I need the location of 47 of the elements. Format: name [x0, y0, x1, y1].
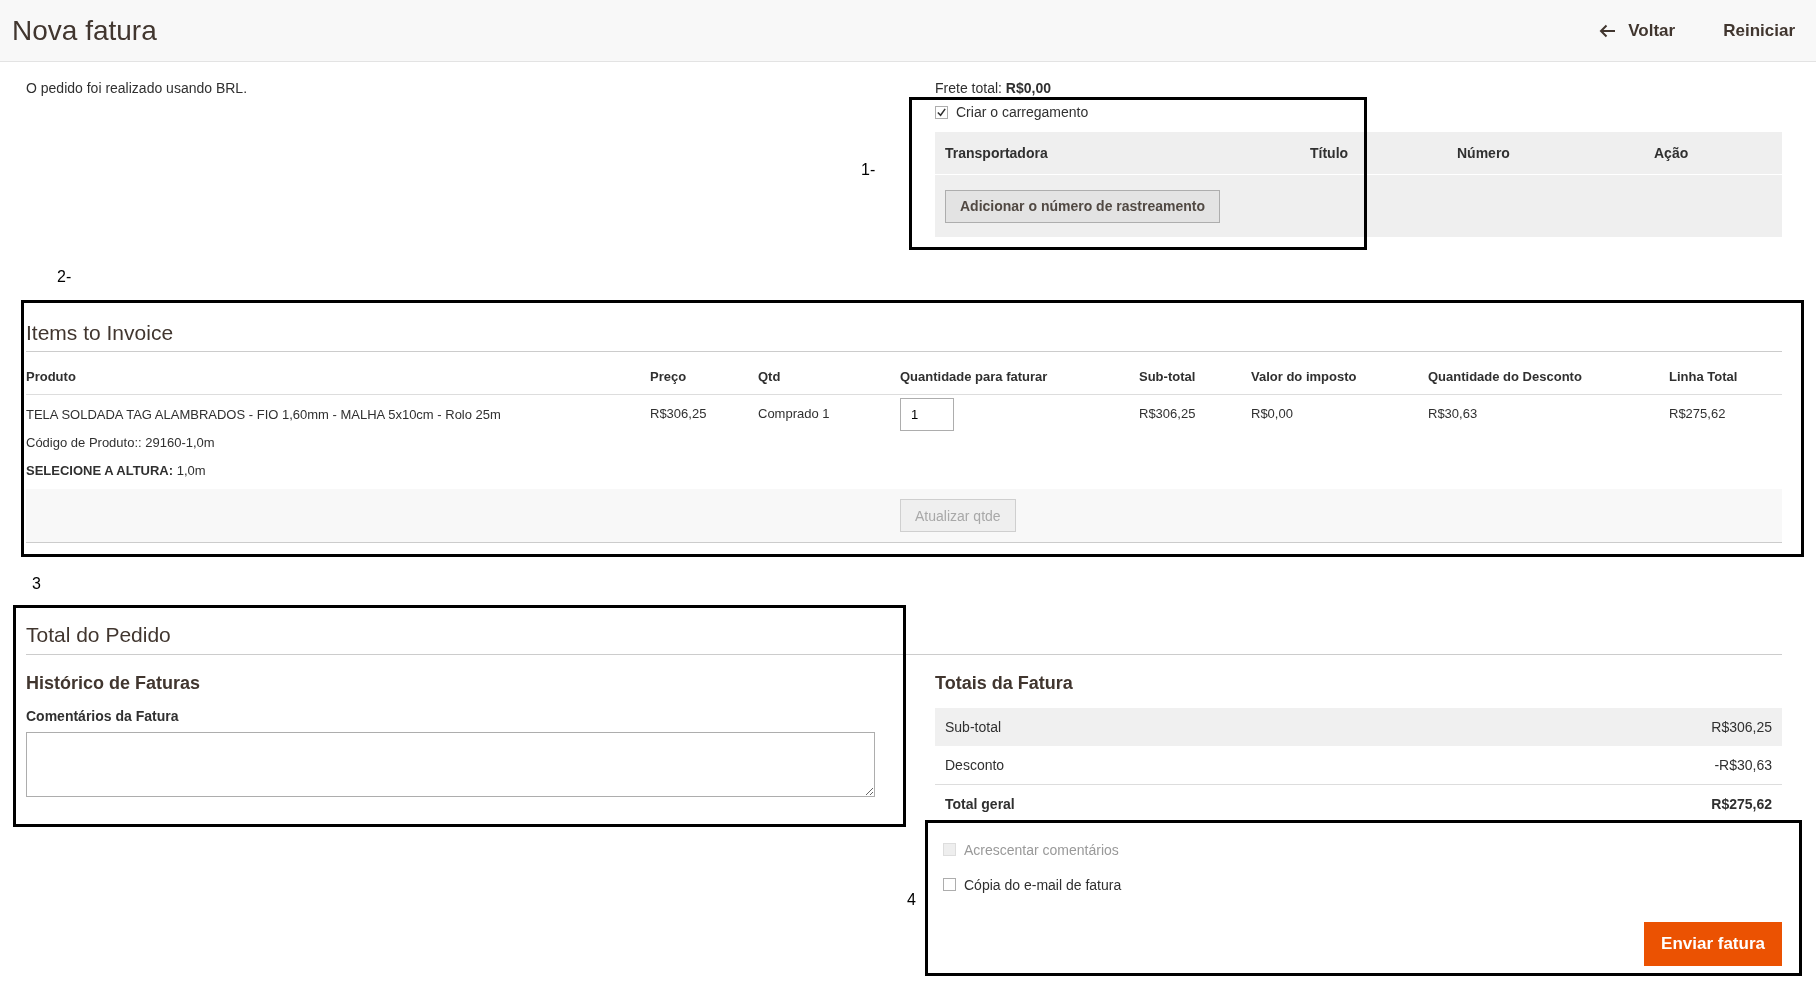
field-label: Comentários da Fatura	[26, 708, 180, 724]
total-value: -R$30,63	[1380, 746, 1782, 785]
annotation-label: 3	[32, 575, 41, 593]
section-title: Items to Invoice	[26, 321, 1782, 352]
page-title: Nova fatura	[12, 14, 158, 47]
product-name: TELA SOLDADA TAG ALAMBRADOS - FIO 1,60mm - MALHA 5x10cm - Rolo 25m	[26, 406, 502, 423]
column-header: Quantidade para faturar	[900, 369, 1139, 395]
qty-input-field[interactable]: 1	[900, 398, 954, 431]
column-header: Título	[1310, 145, 1350, 161]
subsection-title: Totais da Fatura	[935, 673, 1074, 694]
section-title: Total do Pedido	[26, 623, 1782, 655]
checkbox-label: Criar o carregamento	[956, 104, 1089, 120]
column-header: Produto	[26, 369, 650, 395]
total-value: R$275,62	[1380, 784, 1782, 823]
reset-button[interactable]: Reiniciar	[1723, 20, 1795, 41]
add-tracking-button[interactable]: Adicionar o número de rastreamento	[945, 189, 1221, 223]
column-header: Sub-total	[1139, 369, 1251, 395]
column-header: Quantidade do Desconto	[1428, 369, 1669, 395]
annotation-label: 1-	[861, 161, 876, 179]
table-cell: R$306,25	[650, 394, 758, 489]
column-header: Linha Total	[1669, 369, 1782, 395]
column-header: Valor do imposto	[1251, 369, 1428, 395]
subsection-title: Histórico de Faturas	[26, 673, 202, 694]
column-header: Número	[1457, 145, 1511, 161]
checkbox-label: Acrescentar comentários	[964, 841, 1119, 858]
product-sku: Código de Produto:: 29160-1,0m	[26, 434, 216, 451]
product-option: SELECIONE A ALTURA: 1,0m	[26, 462, 650, 479]
column-header: Preço	[650, 369, 758, 395]
currency-note: O pedido foi realizado usando BRL.	[26, 80, 249, 96]
table-cell: Comprado 1	[758, 394, 900, 489]
table-cell: R$306,25	[1139, 394, 1251, 489]
total-value: R$306,25	[1380, 708, 1782, 746]
table-cell: R$275,62	[1669, 394, 1782, 489]
table-cell: R$30,63	[1428, 394, 1669, 489]
total-label: Total geral	[935, 784, 1381, 823]
column-header: Qtd	[758, 369, 900, 395]
shipping-total: Frete total: R$0,00	[935, 80, 1052, 96]
total-label: Desconto	[935, 746, 1381, 785]
column-header: Ação	[1654, 145, 1690, 161]
total-label: Sub-total	[935, 708, 1381, 746]
annotation-label: 4	[907, 891, 916, 909]
column-header: Transportadora	[945, 145, 1049, 161]
submit-invoice-button[interactable]: Enviar fatura	[1644, 922, 1782, 966]
checkbox-label: Cópia do e-mail de fatura	[964, 876, 1122, 893]
back-button[interactable]: Voltar	[1599, 20, 1676, 41]
table-cell: R$0,00	[1251, 394, 1428, 489]
annotation-label: 2-	[57, 268, 72, 286]
